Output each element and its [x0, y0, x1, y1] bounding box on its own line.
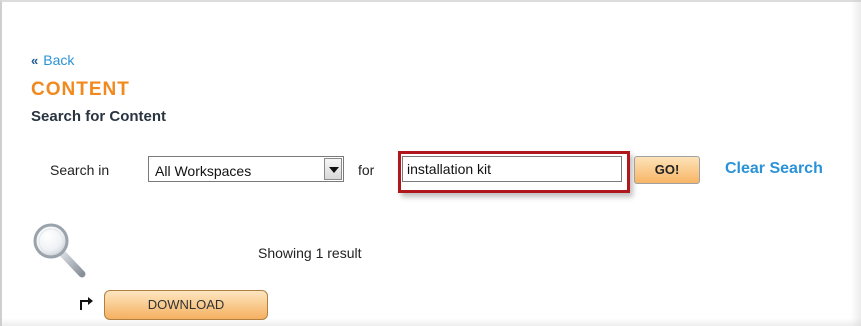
go-button[interactable]: GO!: [634, 156, 700, 184]
for-label: for: [358, 162, 375, 178]
frame-shadow: [851, 0, 861, 326]
double-chevron-left-icon: «: [31, 53, 39, 68]
workspace-select-value: All Workspaces: [155, 163, 252, 179]
search-in-label: Search in: [50, 162, 110, 178]
clear-search-link[interactable]: Clear Search: [725, 160, 823, 178]
search-input[interactable]: [402, 156, 622, 182]
workspace-select[interactable]: All Workspaces: [148, 156, 344, 182]
chevron-down-icon[interactable]: [324, 158, 342, 180]
page-subtitle: Search for Content: [31, 108, 167, 125]
magnifier-icon: [33, 223, 86, 278]
back-label[interactable]: Back: [43, 52, 74, 68]
results-count: Showing 1 result: [258, 245, 362, 261]
section-title: CONTENT: [31, 79, 130, 100]
back-link[interactable]: « Back: [31, 52, 74, 68]
return-arrow-icon: [80, 297, 93, 310]
download-button[interactable]: DOWNLOAD: [104, 290, 268, 320]
